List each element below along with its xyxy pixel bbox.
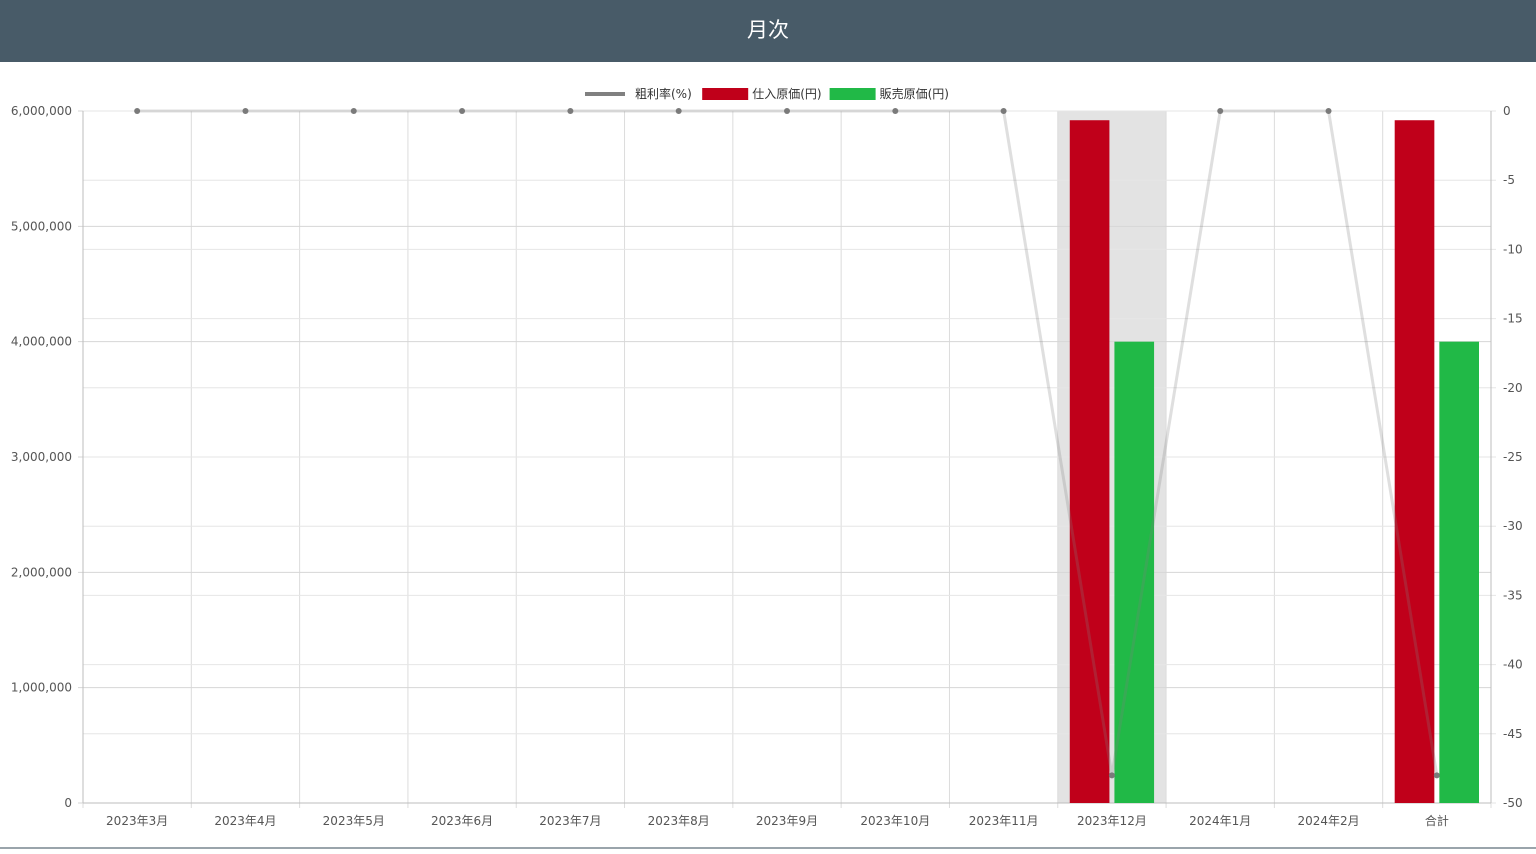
y-left-tick-label: 6,000,000 — [11, 104, 72, 118]
legend-label: 販売原価(円) — [880, 86, 949, 101]
header-bar: 月次 — [0, 0, 1536, 62]
y-right-tick-label: -45 — [1503, 727, 1523, 741]
x-tick-label: 2023年4月 — [214, 814, 276, 828]
bar — [1114, 341, 1155, 803]
line-series — [137, 109, 1439, 776]
x-tick-label: 2023年11月 — [969, 814, 1039, 828]
y-right-tick-label: -25 — [1503, 450, 1523, 464]
y-right-tick-label: -40 — [1503, 658, 1523, 672]
y-left-tick-label: 0 — [64, 796, 72, 810]
line-point — [242, 108, 249, 114]
y-right-tick-label: -15 — [1503, 312, 1523, 326]
line-point — [892, 108, 899, 114]
x-tick-label: 2023年3月 — [106, 814, 168, 828]
line-point — [350, 108, 357, 114]
y-left-tick-label: 5,000,000 — [11, 219, 72, 233]
page-title: 月次 — [747, 18, 789, 42]
x-tick-label: 2023年10月 — [860, 814, 930, 828]
y-right-tick-label: -20 — [1503, 381, 1523, 395]
y-right-tick-label: -50 — [1503, 796, 1523, 810]
x-tick-label: 2024年1月 — [1189, 814, 1251, 828]
legend-label: 粗利率(%) — [635, 86, 692, 101]
monthly-chart: 0 1,000,000 2,000,000 3,000,000 4,000,000 5,0… — [11, 86, 1523, 828]
line-point — [1325, 108, 1332, 114]
bar — [1439, 341, 1479, 803]
y-right-tick-label: -35 — [1503, 588, 1523, 602]
line-point — [567, 108, 574, 114]
legend-swatch — [829, 88, 876, 100]
y-left-tick-label: 3,000,000 — [11, 450, 72, 464]
x-tick-label: 2023年7月 — [539, 814, 601, 828]
y-right-tick-label: -5 — [1503, 173, 1515, 187]
y-left-tick-label: 1,000,000 — [11, 681, 72, 695]
bar — [1394, 120, 1435, 803]
line-point — [1108, 772, 1115, 779]
y-left-tick-label: 2,000,000 — [11, 565, 72, 579]
x-tick-label: 2023年5月 — [323, 814, 385, 828]
line-point — [675, 108, 682, 114]
y-right-tick-label: -30 — [1503, 519, 1523, 533]
x-tick-label: 2023年8月 — [648, 814, 710, 828]
y-right-tick-label: 0 — [1503, 104, 1511, 118]
bar — [1069, 120, 1110, 803]
line-point — [784, 108, 790, 114]
legend-swatch — [585, 92, 625, 96]
line-point — [134, 108, 141, 114]
line-point — [1000, 108, 1007, 114]
line-point — [1433, 772, 1440, 779]
legend-swatch — [702, 88, 749, 100]
y-right-tick-label: -10 — [1503, 242, 1523, 256]
x-tick-label: 2023年9月 — [756, 814, 818, 828]
legend-label: 仕入原価(円) — [752, 87, 821, 101]
x-tick-label: 2023年6月 — [431, 814, 493, 828]
chart-container: 0 1,000,000 2,000,000 3,000,000 4,000,000 5,0… — [0, 62, 1536, 849]
line-point — [1217, 108, 1224, 114]
x-tick-label: 2024年2月 — [1297, 814, 1359, 828]
line-point — [459, 108, 466, 114]
y-left-tick-label: 4,000,000 — [11, 335, 72, 349]
x-tick-label: 2023年12月 — [1077, 814, 1147, 828]
x-tick-label: 合計 — [1425, 813, 1449, 828]
